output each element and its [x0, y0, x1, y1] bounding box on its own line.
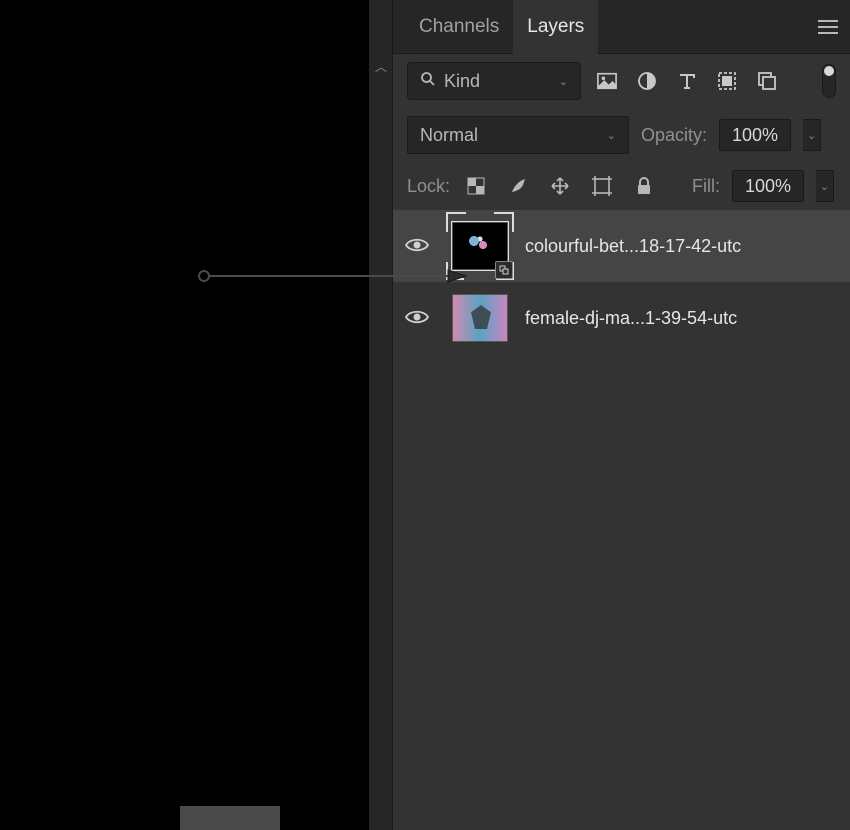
layers-panel: Channels Layers Kind ⌄ — [393, 0, 850, 830]
layer-row[interactable]: colourful-bet...18-17-42-utc — [393, 210, 850, 282]
scrollbar-horizontal[interactable] — [180, 806, 280, 830]
opacity-label: Opacity: — [641, 125, 707, 146]
smart-object-badge-icon — [495, 261, 513, 279]
fill-input[interactable]: 100% — [732, 170, 804, 202]
canvas-area[interactable] — [0, 0, 369, 830]
fill-stepper[interactable]: ⌄ — [816, 170, 834, 202]
layer-name[interactable]: female-dj-ma...1-39-54-utc — [525, 308, 844, 329]
lock-position-icon[interactable] — [546, 172, 574, 200]
filter-smartobject-icon[interactable] — [753, 67, 781, 95]
chevron-down-icon: ⌄ — [559, 75, 568, 88]
filter-type-icon[interactable] — [673, 67, 701, 95]
filter-adjustment-icon[interactable] — [633, 67, 661, 95]
fill-label: Fill: — [692, 176, 720, 197]
panel-tab-bar: Channels Layers — [393, 0, 850, 54]
lock-all-icon[interactable] — [630, 172, 658, 200]
opacity-input[interactable]: 100% — [719, 119, 791, 151]
visibility-toggle[interactable] — [399, 308, 435, 329]
filter-kind-label: Kind — [444, 71, 480, 92]
lock-transparency-icon[interactable] — [462, 172, 490, 200]
layer-filter-row: Kind ⌄ — [393, 54, 850, 108]
tab-channels[interactable]: Channels — [405, 0, 513, 54]
blend-mode-dropdown[interactable]: Normal ⌄ — [407, 116, 629, 154]
search-icon — [420, 71, 436, 92]
filter-pixel-icon[interactable] — [593, 67, 621, 95]
filter-toggle[interactable] — [822, 64, 836, 98]
tab-layers[interactable]: Layers — [513, 0, 598, 54]
layer-name[interactable]: colourful-bet...18-17-42-utc — [525, 236, 844, 257]
filter-kind-dropdown[interactable]: Kind ⌄ — [407, 62, 581, 100]
lock-row: Lock: Fill: 100% ⌄ — [393, 162, 850, 210]
opacity-stepper[interactable]: ⌄ — [803, 119, 821, 151]
filter-shape-icon[interactable] — [713, 67, 741, 95]
layer-thumbnail[interactable] — [449, 287, 511, 349]
layer-list: colourful-bet...18-17-42-utc female-dj-m… — [393, 210, 850, 830]
visibility-toggle[interactable] — [399, 236, 435, 257]
layer-row[interactable]: female-dj-ma...1-39-54-utc — [393, 282, 850, 354]
chevron-down-icon: ⌄ — [607, 129, 616, 142]
lock-label: Lock: — [407, 176, 450, 197]
layer-thumbnail[interactable] — [449, 215, 511, 277]
panel-menu-icon[interactable] — [818, 20, 838, 34]
blend-row: Normal ⌄ Opacity: 100% ⌄ — [393, 108, 850, 162]
lock-pixels-icon[interactable] — [504, 172, 532, 200]
lock-artboard-icon[interactable] — [588, 172, 616, 200]
panel-dock: ︿ — [369, 0, 393, 830]
chevron-up-icon[interactable]: ︿ — [375, 58, 387, 75]
blend-mode-value: Normal — [420, 125, 478, 146]
